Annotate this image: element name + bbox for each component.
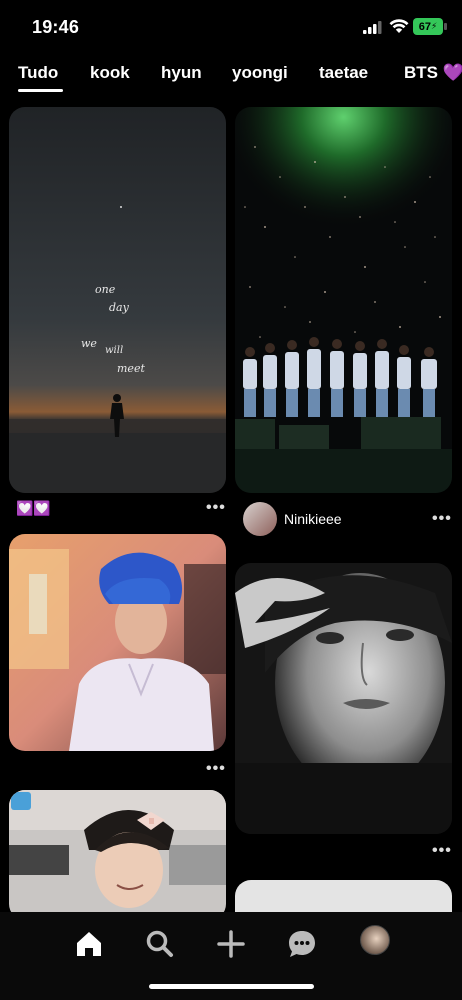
chat-icon[interactable] <box>286 928 318 960</box>
author-name[interactable]: Ninikieee <box>284 511 342 527</box>
more-options-icon[interactable]: ••• <box>432 842 452 860</box>
tab-yoongi[interactable]: yoongi <box>232 63 288 83</box>
handwriting-one: one <box>95 283 116 296</box>
handwriting-we: we <box>81 337 97 350</box>
pin-description: 💟💟 <box>16 500 51 517</box>
pin-sunset-silhouette[interactable]: one day we will meet <box>9 107 226 493</box>
tab-bts[interactable]: BTS 💜 <box>404 63 462 83</box>
more-options-icon[interactable]: ••• <box>432 510 452 528</box>
cellular-signal-icon <box>363 21 382 34</box>
pin-bow-hair-portrait[interactable] <box>9 790 226 920</box>
home-indicator <box>149 984 314 989</box>
battery-level: 67 <box>418 20 431 33</box>
pin-concert-stage[interactable] <box>235 107 452 493</box>
board-tabs: Tudo kook hyun yoongi taetae BTS 💜 <box>0 56 462 96</box>
more-options-icon[interactable]: ••• <box>206 499 226 517</box>
pin-image <box>235 107 452 493</box>
battery-icon: 67 ⚡ <box>413 18 443 35</box>
handwriting-day: day <box>109 301 129 314</box>
status-time: 19:46 <box>32 17 80 37</box>
pin-blue-hair-portrait[interactable] <box>9 534 226 751</box>
status-bar: 19:46 67 ⚡ <box>0 0 462 54</box>
home-icon[interactable] <box>73 928 105 960</box>
pin-bw-portrait[interactable] <box>235 563 452 834</box>
battery-cap <box>444 23 447 30</box>
pin-image <box>9 790 226 920</box>
pin-image <box>9 107 226 493</box>
search-icon[interactable] <box>144 928 176 960</box>
pin-image <box>9 534 226 751</box>
profile-avatar-icon[interactable] <box>360 925 390 955</box>
handwriting-will: will <box>105 345 124 356</box>
active-tab-indicator <box>18 89 63 92</box>
more-options-icon[interactable]: ••• <box>206 760 226 778</box>
author-avatar[interactable] <box>243 502 277 536</box>
tab-tudo[interactable]: Tudo <box>18 63 58 83</box>
tab-kook[interactable]: kook <box>90 63 130 83</box>
plus-icon[interactable] <box>215 928 247 960</box>
tab-hyun[interactable]: hyun <box>161 63 202 83</box>
handwriting-meet: meet <box>117 362 145 375</box>
tab-taetae[interactable]: taetae <box>319 63 368 83</box>
heart-emoji-text: 💟💟 <box>16 500 51 516</box>
wifi-icon <box>389 19 409 33</box>
pin-image <box>235 563 452 834</box>
